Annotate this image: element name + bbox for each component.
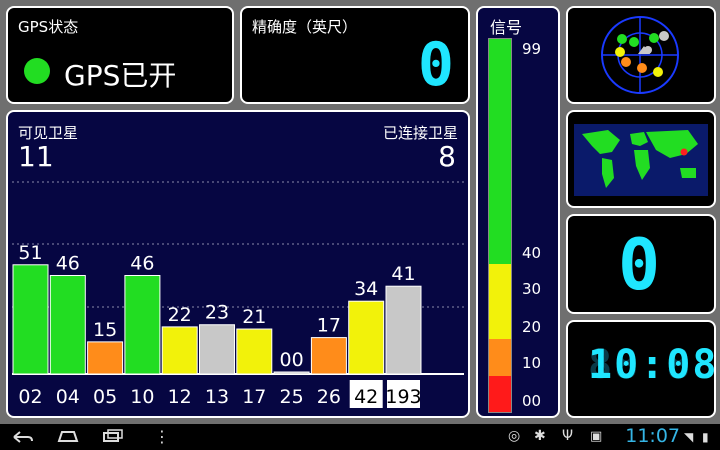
signal-scale-label: 00	[522, 392, 542, 410]
signal-scale-label: 99	[522, 40, 542, 58]
speed-panel: 0	[566, 214, 716, 314]
satellite-bar	[49, 274, 86, 375]
satellite-prn-label: 26	[317, 386, 341, 408]
signal-scale-label: 20	[522, 318, 542, 336]
bar-value-label: 15	[93, 319, 117, 341]
wifi-icon: ◥	[684, 430, 694, 444]
bar-value-label: 41	[391, 263, 415, 285]
bar-value-label: 17	[317, 315, 341, 337]
time-panel: 88:88 10:08	[566, 320, 716, 418]
satellite-bar	[348, 300, 385, 375]
speed-value: 0	[618, 224, 661, 306]
bar-value-label: 00	[280, 349, 304, 371]
satellite-prn-label: 12	[168, 386, 192, 408]
bar-value-label: 46	[56, 252, 80, 274]
home-icon[interactable]	[56, 429, 80, 443]
battery-icon: ▮	[702, 430, 709, 444]
world-map-panel[interactable]	[566, 110, 716, 208]
signal-legend-panel: 信号 99 40 30 20 10 00	[476, 6, 560, 418]
signal-scale-segment	[489, 39, 511, 264]
satellite-bar	[161, 326, 198, 375]
satellite-prn-label: 05	[93, 386, 117, 408]
satellite-bar	[310, 337, 347, 375]
sky-view-panel[interactable]	[566, 6, 716, 104]
satellite-prn-label: 10	[130, 386, 154, 408]
bar-value-label: 46	[130, 252, 154, 274]
accuracy-panel: 精确度（英尺） 0	[240, 6, 470, 104]
signal-scale-segment	[489, 376, 511, 412]
bar-value-label: 34	[354, 278, 378, 300]
bar-value-label: 51	[18, 242, 42, 264]
location-marker-icon	[680, 148, 688, 156]
status-clock: 11:07	[625, 425, 680, 447]
system-navigation-bar: ⋮ ◎ ✱ Ψ ▣ 11:07 ◥ ▮	[0, 424, 720, 450]
bar-value-label: 21	[242, 306, 266, 328]
satellite-prn-label: 17	[242, 386, 266, 408]
satellite-bar	[199, 324, 235, 375]
screenshot-icon: ▣	[590, 429, 603, 444]
signal-scale-label: 10	[522, 354, 542, 372]
satellite-prn-label: 04	[56, 386, 80, 408]
menu-icon[interactable]: ⋮	[154, 427, 170, 446]
gps-status-panel: GPS状态 GPS已开	[6, 6, 234, 104]
satellite-prn-label: 13	[205, 386, 229, 408]
android-debug-icon: ✱	[534, 428, 546, 444]
bar-value-label: 22	[168, 304, 192, 326]
satellite-bar	[236, 328, 273, 375]
accuracy-value: 0	[417, 30, 454, 100]
accuracy-title: 精确度（英尺）	[252, 18, 358, 36]
gps-status-title: GPS状态	[18, 18, 79, 36]
satellite-bar	[124, 274, 161, 375]
time-value: 10:08	[588, 342, 719, 388]
satellite-bar	[12, 264, 49, 375]
gps-status-text: GPS已开	[64, 59, 177, 92]
signal-scale-segment	[489, 301, 511, 339]
satellite-sky-radar	[601, 16, 679, 94]
signal-scale-bar	[488, 38, 512, 413]
bar-value-label: 23	[205, 302, 229, 324]
satellite-bar	[87, 341, 124, 375]
satellite-prn-label: 02	[18, 386, 42, 408]
satellite-panel: 可见卫星 11 已连接卫星 8 51 02 46 04 15 05 46 10 22 12 23 13…	[6, 110, 470, 418]
satellite-prn-label: 193	[385, 386, 421, 408]
signal-scale-label: 30	[522, 280, 542, 298]
satellite-prn-label: 25	[280, 386, 304, 408]
signal-scale-segment	[489, 264, 511, 301]
signal-title: 信号	[490, 18, 523, 37]
satellite-bar	[273, 371, 310, 375]
satellite-bar	[385, 285, 422, 375]
gps-status-indicator	[24, 58, 50, 84]
recent-apps-icon[interactable]	[102, 429, 124, 443]
satellite-prn-label: 42	[354, 386, 378, 408]
world-map	[574, 124, 708, 196]
usb-icon: Ψ	[562, 428, 574, 444]
back-icon[interactable]	[12, 430, 34, 444]
signal-scale-segment	[489, 339, 511, 376]
satellite-signal-chart: 51 02 46 04 15 05 46 10 22 12 23 13 21 17 00 25 17 26 34 42…	[12, 181, 464, 408]
gps-status-icon: ◎	[508, 428, 521, 444]
signal-scale-label: 40	[522, 244, 542, 262]
